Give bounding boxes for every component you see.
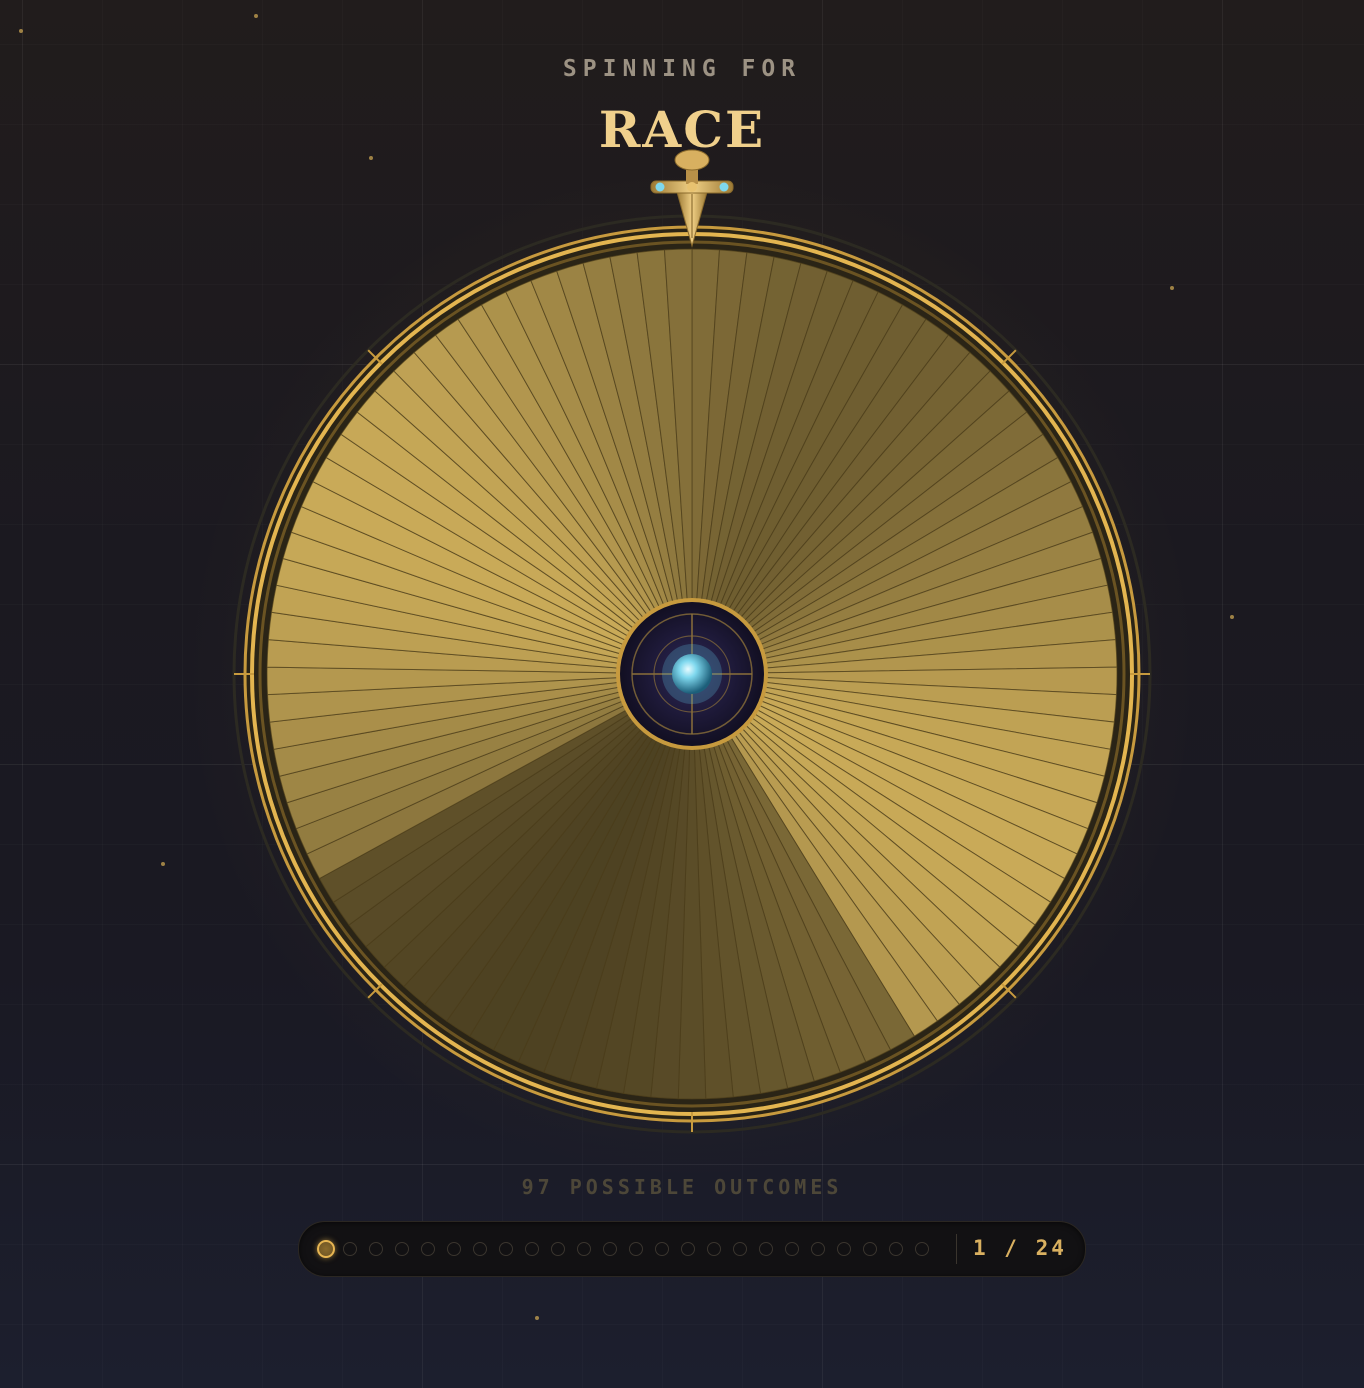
progress-dot [395, 1242, 409, 1256]
progress-dot [681, 1242, 695, 1256]
progress-dot [447, 1242, 461, 1256]
progress-dot [655, 1242, 669, 1256]
progress-dot [889, 1242, 903, 1256]
progress-dot [551, 1242, 565, 1256]
progress-dot [525, 1242, 539, 1256]
progress-dot [759, 1242, 773, 1256]
progress-dot [863, 1242, 877, 1256]
progress-dots [317, 1240, 941, 1258]
progress-dot [707, 1242, 721, 1256]
progress-dot [629, 1242, 643, 1256]
progress-dot [421, 1242, 435, 1256]
progress-dot [499, 1242, 513, 1256]
progress-counter: 1 / 24 [973, 1236, 1067, 1260]
progress-dot [915, 1242, 929, 1256]
possible-outcomes-label: 97 POSSIBLE OUTCOMES [521, 1175, 843, 1199]
progress-dot [837, 1242, 851, 1256]
spin-progress-bar: 1 / 24 [298, 1221, 1086, 1277]
progress-dot [785, 1242, 799, 1256]
progress-dot [603, 1242, 617, 1256]
progress-dot [577, 1242, 591, 1256]
progress-dot-active [317, 1240, 335, 1258]
progress-dot [811, 1242, 825, 1256]
progress-dot [473, 1242, 487, 1256]
progress-dot [369, 1242, 383, 1256]
progress-dot [733, 1242, 747, 1256]
progress-dot [343, 1242, 357, 1256]
progress-divider [956, 1234, 957, 1264]
